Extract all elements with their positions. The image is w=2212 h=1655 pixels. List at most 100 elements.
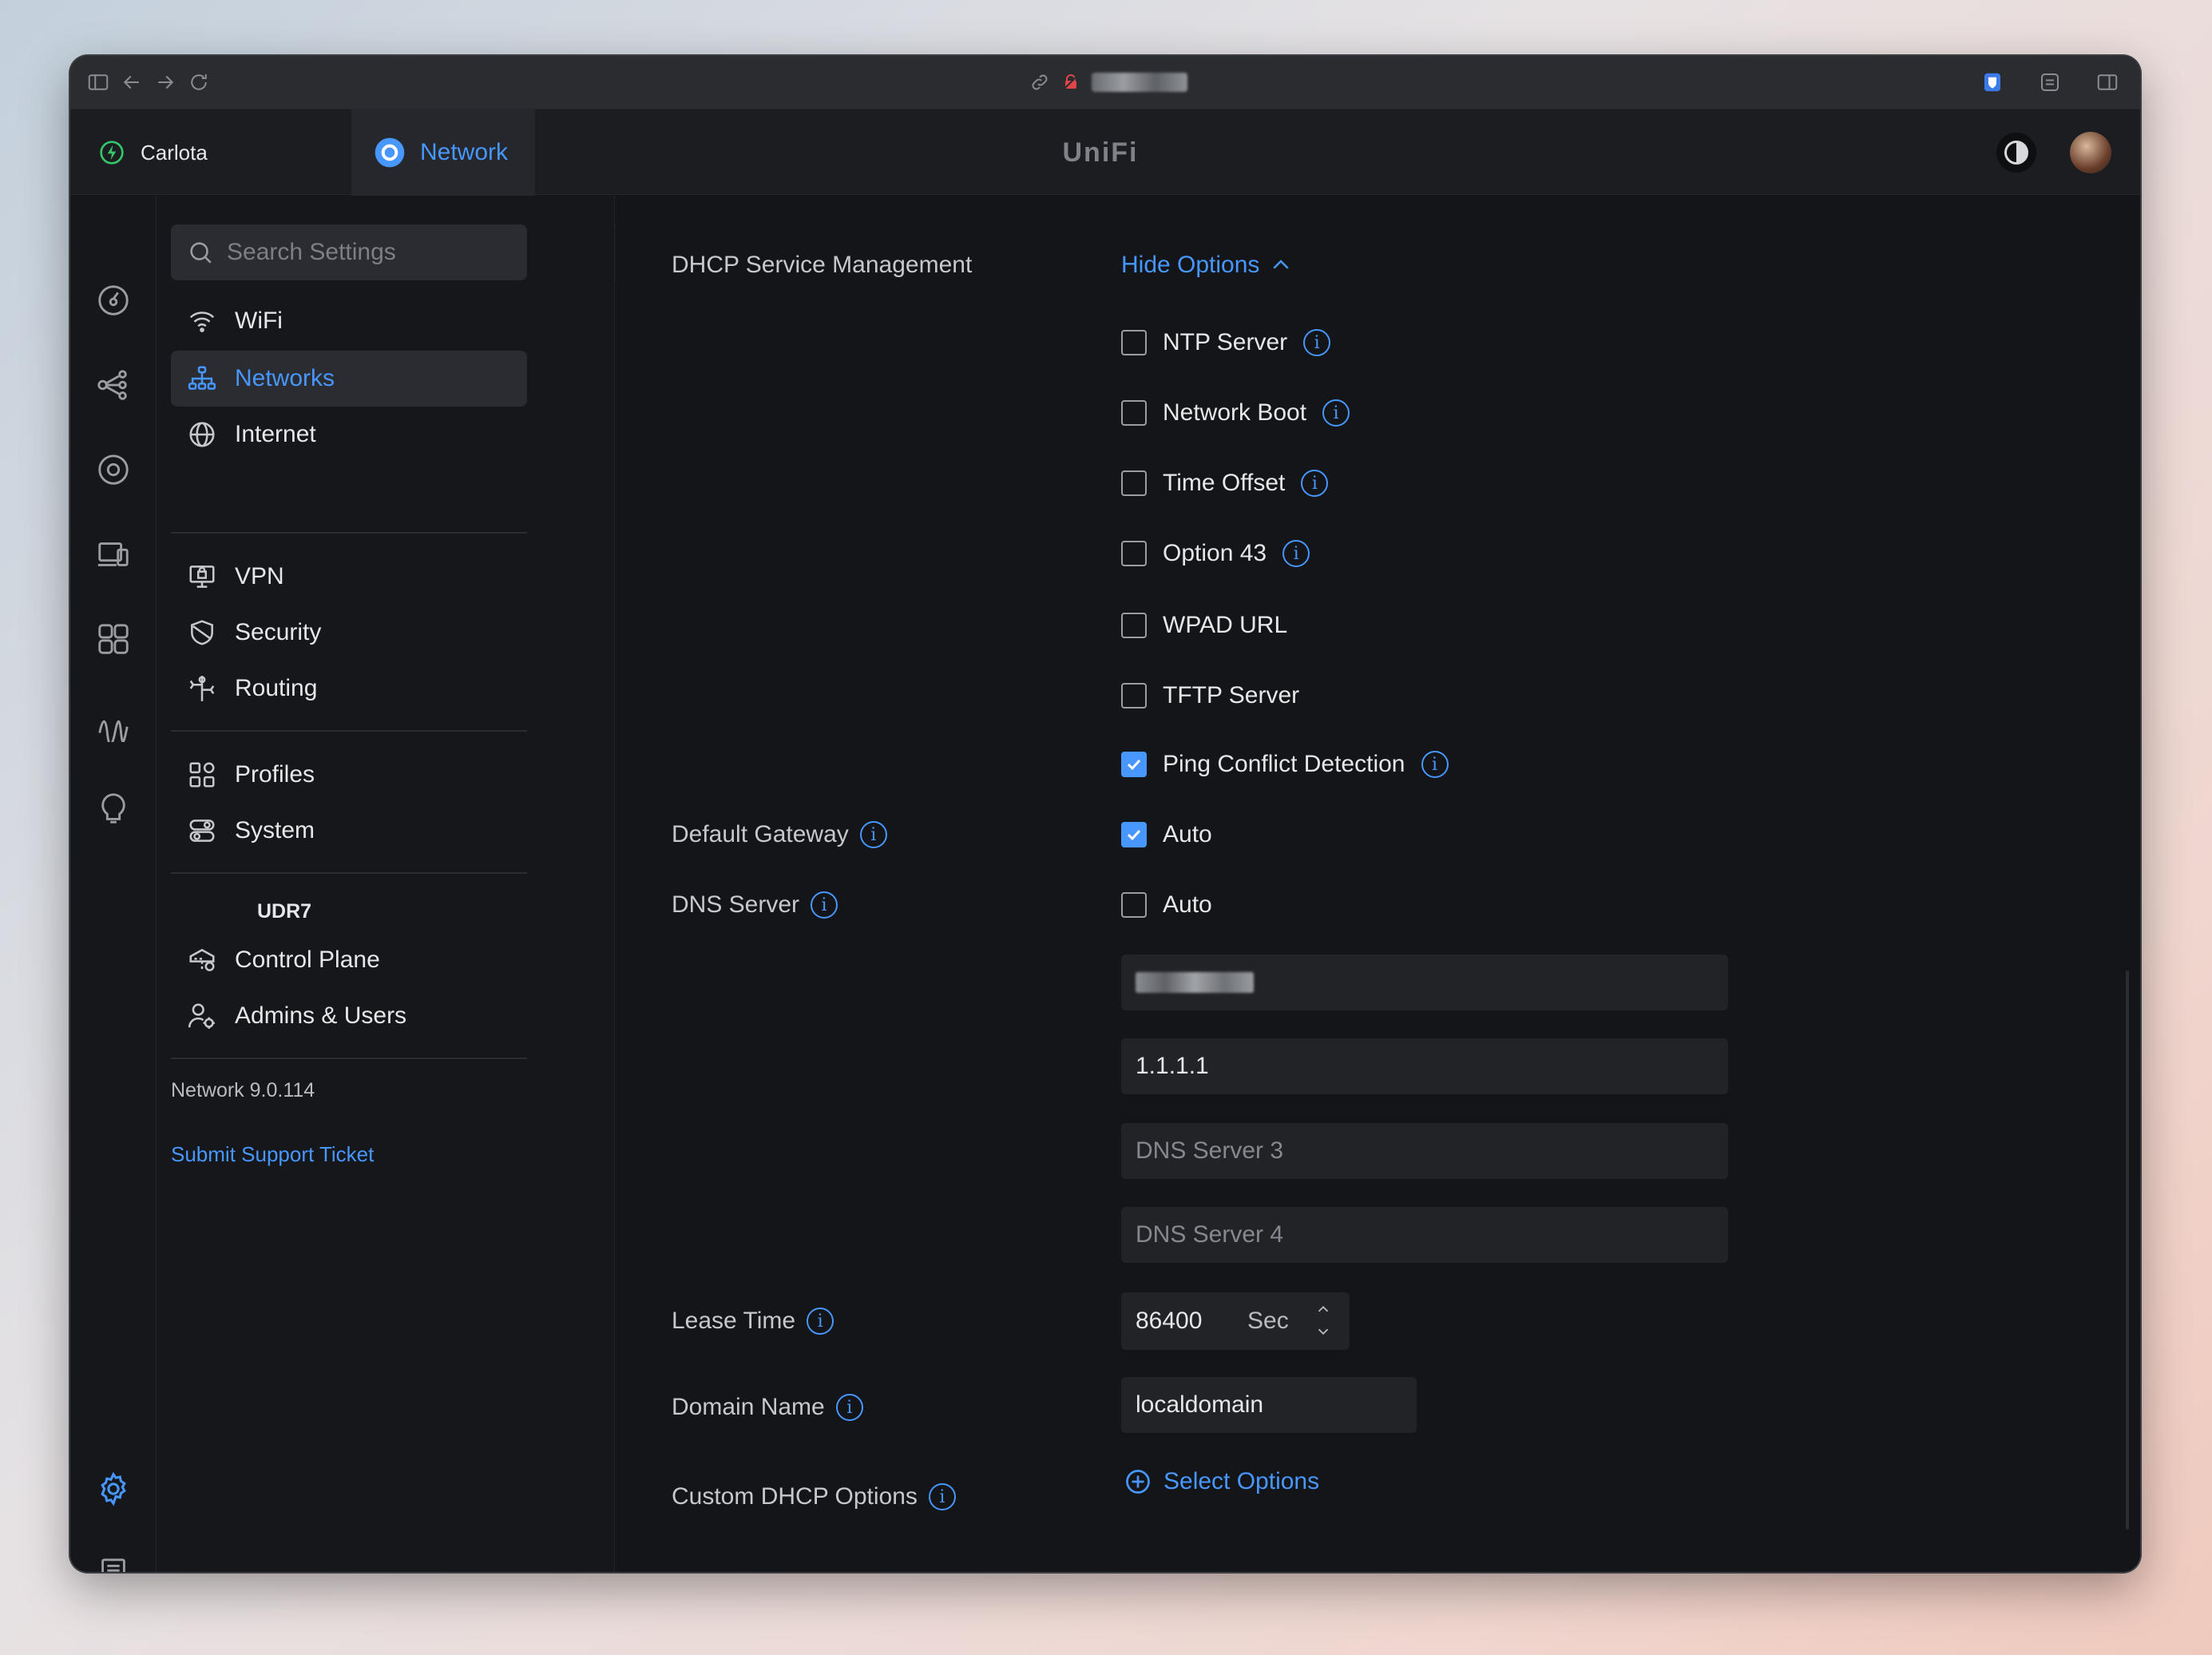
sidebar-item-system[interactable]: System [171,803,527,859]
hide-options-label: Hide Options [1121,252,1260,278]
split-view-icon[interactable] [2094,69,2121,96]
checkbox[interactable] [1121,683,1147,708]
info-icon[interactable]: i [859,821,887,848]
search-box[interactable] [171,224,527,280]
dns-server-auto[interactable]: Auto [1121,891,1212,919]
sidebar-item-profiles[interactable]: Profiles [171,747,527,803]
avatar[interactable] [2070,132,2111,173]
sidebar-item-networks[interactable]: Networks [171,351,527,407]
sidebar-item-control-plane[interactable]: Control Plane [171,932,527,988]
clients-icon[interactable] [92,533,135,576]
site-selector[interactable]: Carlota [70,109,351,196]
domain-name-input[interactable] [1121,1377,1417,1433]
insights-icon[interactable] [92,702,135,745]
dns-server-3-field[interactable] [1136,1137,1728,1165]
sidebar-item-vpn[interactable]: VPN [171,549,527,605]
network-app-icon [375,137,405,168]
dhcp-service-label: DHCP Service Management [672,252,972,279]
bolt-icon [100,141,124,165]
topology-icon[interactable] [92,363,135,407]
sidebar-item-routing[interactable]: Routing [171,661,527,716]
info-icon[interactable]: i [1421,751,1449,778]
checkbox[interactable] [1121,400,1147,426]
option-wpad-url[interactable]: WPAD URL [1121,612,1287,639]
dns-server-1-input[interactable] [1121,955,1728,1010]
theme-toggle-button[interactable] [1996,133,2036,173]
option-43[interactable]: Option 43 i [1121,540,1310,567]
sidebar-item-admins-users[interactable]: Admins & Users [171,988,527,1044]
dns-server-text: DNS Server [672,891,800,918]
dashboard-icon[interactable] [92,279,135,322]
chevron-up-icon[interactable] [1314,1300,1332,1318]
settings-gear-icon[interactable] [92,1467,135,1510]
alarm-manager-icon[interactable] [92,787,135,830]
checkbox[interactable] [1121,892,1147,918]
sidebar-item-label: Networks [235,365,335,391]
hide-options-button[interactable]: Hide Options [1121,252,1293,279]
extension-icon[interactable] [2036,69,2063,96]
option-ntp-server[interactable]: NTP Server i [1121,329,1331,356]
divider [171,532,527,534]
info-icon[interactable]: i [1303,329,1331,356]
submit-support-ticket-link[interactable]: Submit Support Ticket [171,1142,374,1167]
dns-server-4-field[interactable] [1136,1221,1728,1248]
custom-dhcp-options-label: Custom DHCP Options i [672,1483,956,1510]
plus-circle-icon [1126,1470,1150,1494]
default-gateway-auto[interactable]: Auto [1121,821,1212,848]
sidebar-item-internet[interactable]: Internet [171,407,527,462]
info-icon[interactable]: i [928,1483,956,1510]
info-icon[interactable]: i [1282,540,1310,567]
ports-icon[interactable] [92,617,135,661]
bitwarden-extension-icon[interactable] [1979,69,2006,96]
checkbox-checked[interactable] [1121,822,1147,847]
auto-label: Auto [1163,821,1212,847]
dhcp-settings-panel: DHCP Service Management Hide Options NTP… [616,196,2140,1572]
forward-icon[interactable] [152,69,179,96]
dns-server-2-field[interactable] [1136,1053,1728,1080]
chevron-down-icon[interactable] [1314,1323,1332,1340]
sidebar-item-label: Internet [235,421,316,447]
sidebar-item-security[interactable]: Security [171,605,527,661]
info-icon[interactable]: i [835,1394,863,1421]
reload-icon[interactable] [185,69,212,96]
domain-name-field[interactable] [1136,1391,1417,1419]
checkbox[interactable] [1121,541,1147,566]
settings-sidebar: WiFi Networks Internet VPN Security Rout… [157,196,615,1572]
link-icon [1032,74,1048,90]
address-bar[interactable] [989,67,1228,97]
info-icon[interactable]: i [807,1308,834,1335]
lease-time-unit: Sec [1247,1308,1289,1334]
divider [171,1058,527,1059]
search-input[interactable] [227,239,514,266]
checkbox[interactable] [1121,613,1147,638]
system-log-icon[interactable] [92,1552,135,1572]
sidebar-item-label: Control Plane [235,947,380,973]
lease-time-value[interactable]: 86400 [1136,1308,1202,1335]
unifi-devices-icon[interactable] [92,448,135,491]
browser-toolbar [70,56,2140,109]
checkbox[interactable] [1121,470,1147,496]
option-ping-conflict-detection[interactable]: Ping Conflict Detection i [1121,751,1449,778]
sidebar-item-wifi[interactable]: WiFi [171,293,527,349]
back-icon[interactable] [118,69,145,96]
dns-server-4-input[interactable] [1121,1207,1728,1263]
sidebar-toggle-icon[interactable] [85,69,112,96]
device-section-label: UDR7 [257,900,312,923]
option-network-boot[interactable]: Network Boot i [1121,399,1350,427]
select-options-button[interactable]: Select Options [1124,1467,1319,1496]
info-icon[interactable]: i [1322,399,1350,427]
checkbox[interactable] [1121,330,1147,355]
info-icon[interactable]: i [1301,470,1329,497]
option-time-offset[interactable]: Time Offset i [1121,470,1329,497]
scrollbar[interactable] [2126,970,2129,1530]
option-tftp-server[interactable]: TFTP Server [1121,682,1299,709]
vpn-icon [189,566,215,588]
tab-network[interactable]: Network [351,109,535,196]
sidebar-item-label: Security [235,619,322,645]
info-icon[interactable]: i [811,891,838,919]
lease-time-stepper[interactable]: 86400 Sec [1121,1292,1350,1350]
checkbox-checked[interactable] [1121,752,1147,777]
dns-server-2-input[interactable] [1121,1038,1728,1094]
dns-server-3-input[interactable] [1121,1123,1728,1179]
dns-server-label: DNS Server i [672,891,838,919]
